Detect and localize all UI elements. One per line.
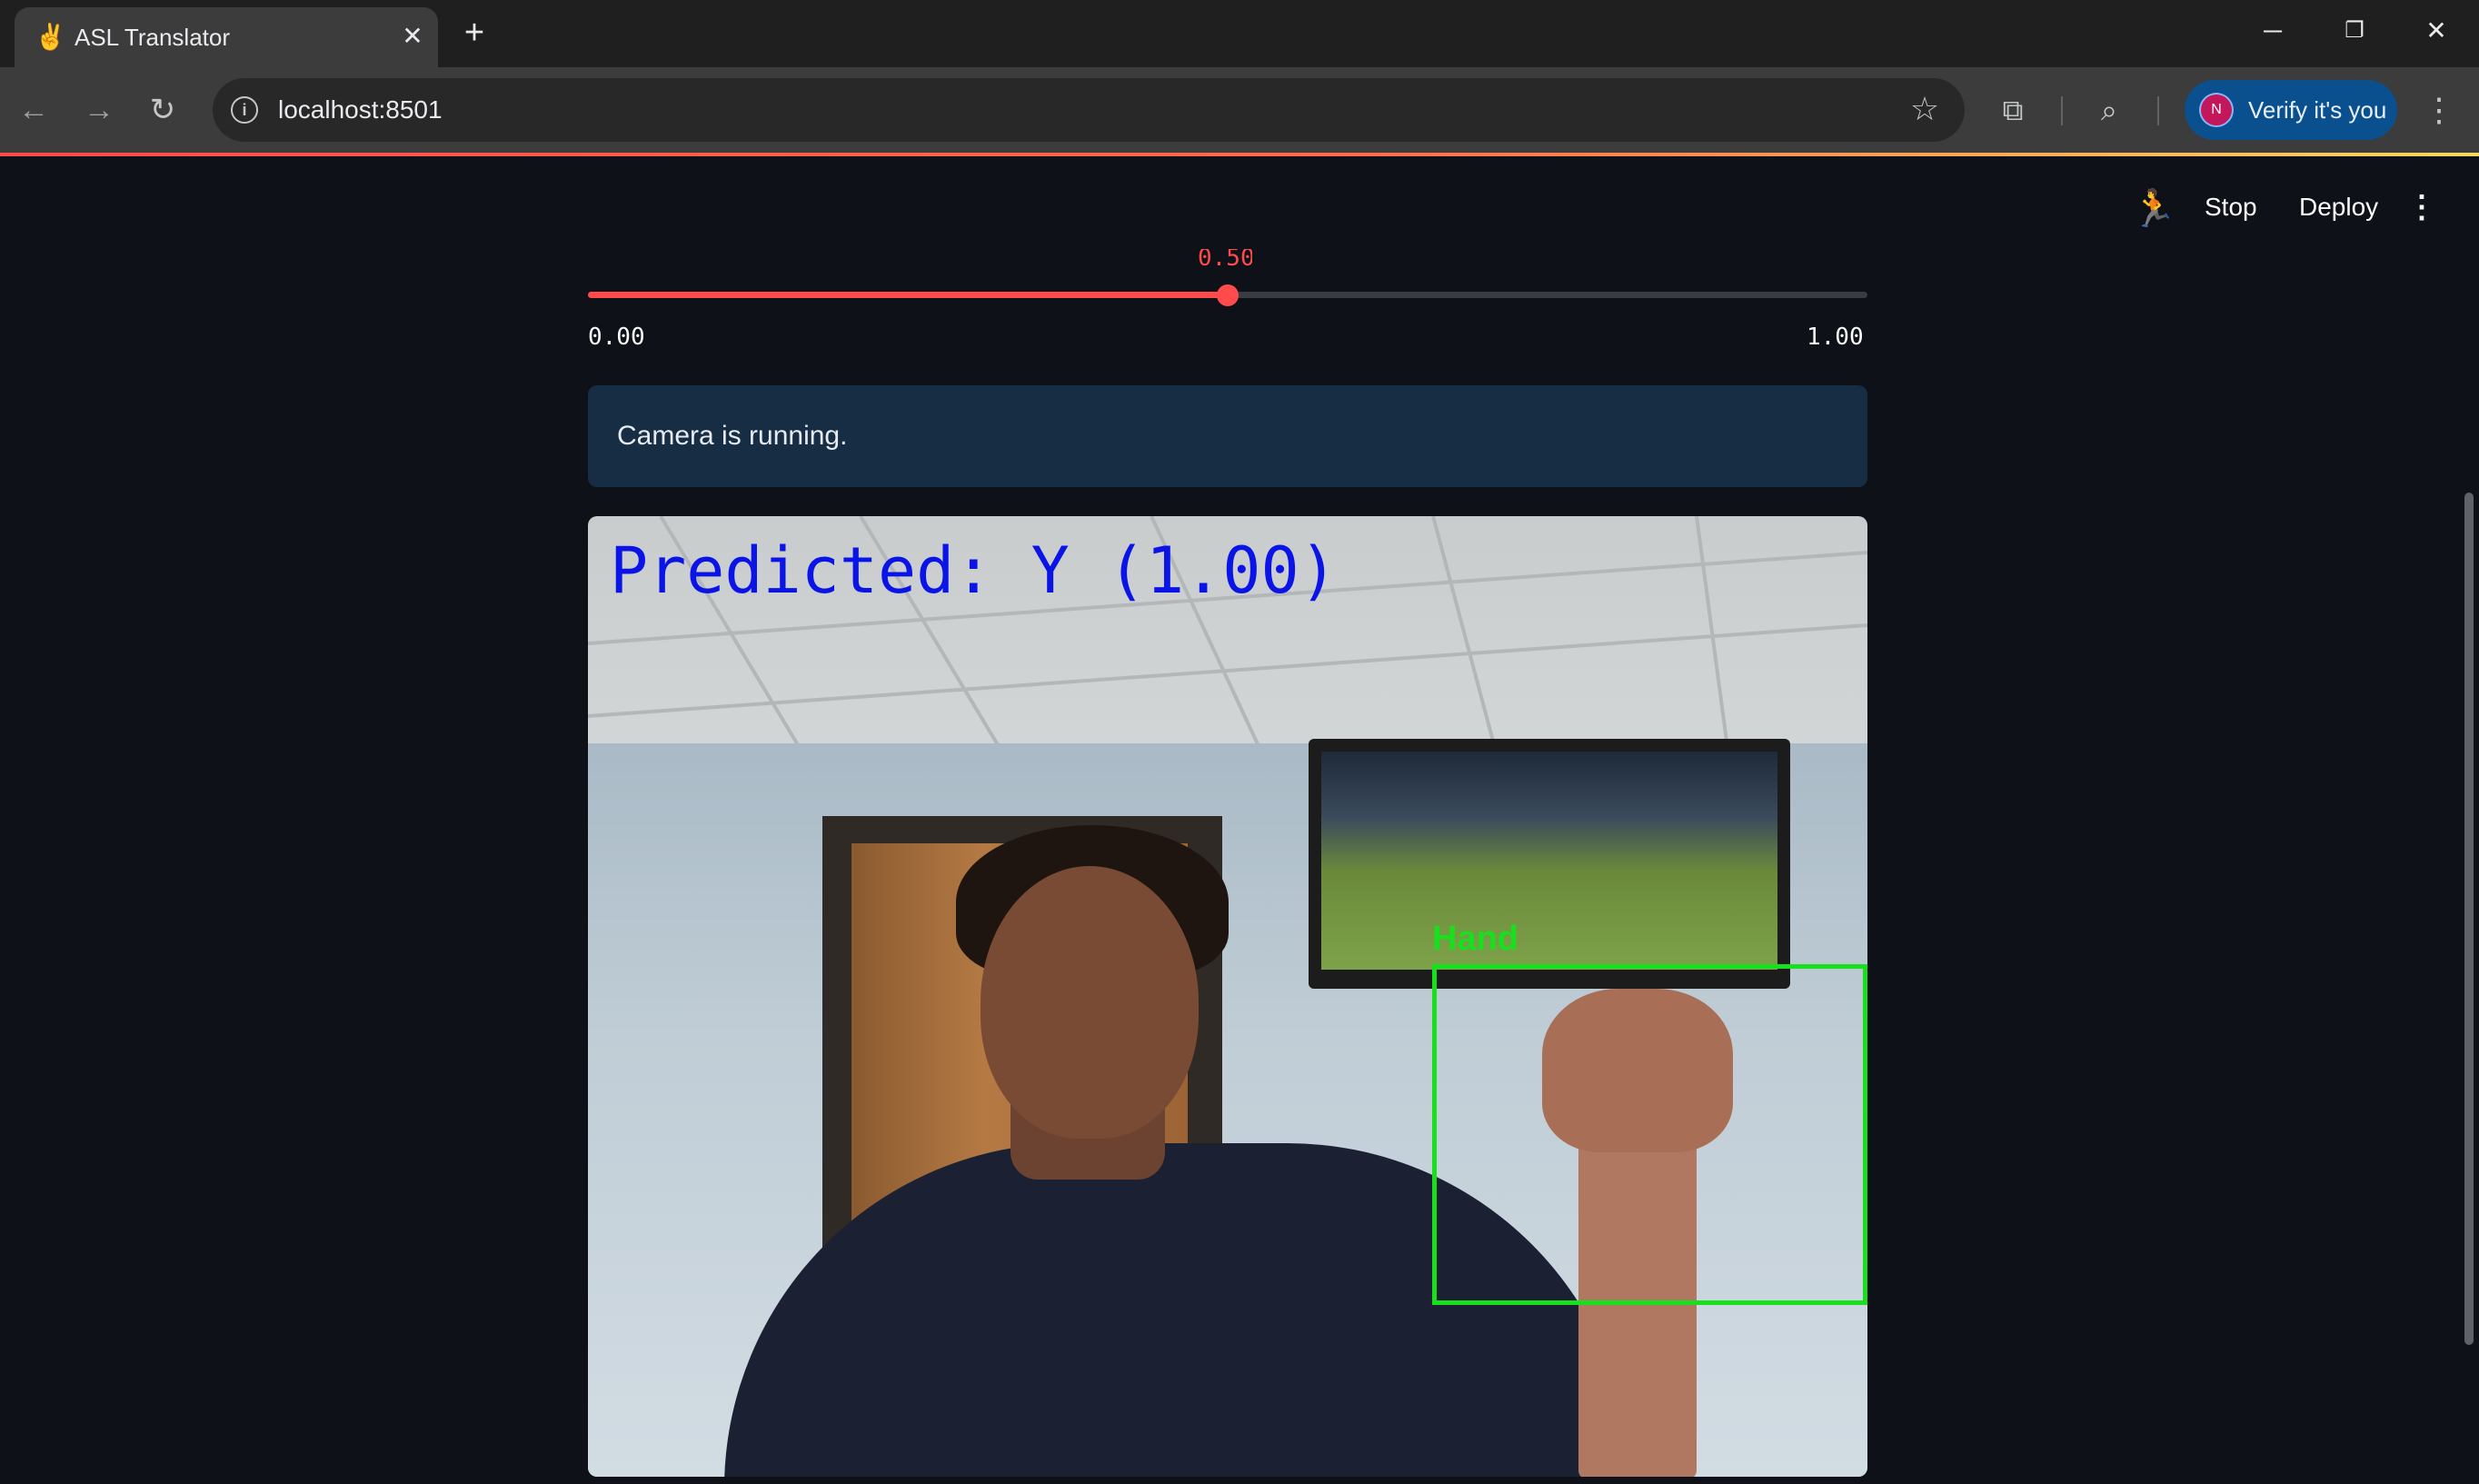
tab-title: ASL Translator bbox=[75, 24, 231, 51]
slider-value-label: 0.50 bbox=[1198, 249, 1252, 272]
verify-label: Verify it's you bbox=[2248, 96, 2387, 124]
tv-screen bbox=[1321, 752, 1777, 970]
url-text[interactable]: localhost:8501 bbox=[278, 95, 443, 125]
prediction-overlay: Predicted: Y (1.00) bbox=[610, 533, 1338, 608]
page-scrollbar[interactable] bbox=[2464, 493, 2474, 1345]
new-tab-icon[interactable]: + bbox=[454, 13, 494, 53]
hand-detection-box bbox=[1432, 964, 1867, 1305]
forward-icon[interactable]: → bbox=[76, 87, 122, 133]
address-bar[interactable]: i localhost:8501 ☆ bbox=[213, 78, 1965, 142]
slider-min-label: 0.00 bbox=[588, 324, 645, 351]
bookmark-star-icon[interactable]: ☆ bbox=[1905, 89, 1945, 129]
toolbar-divider bbox=[2061, 96, 2063, 125]
extensions-icon[interactable]: ⧉ bbox=[1990, 87, 2036, 133]
alert-text: Camera is running. bbox=[617, 421, 848, 451]
confidence-slider[interactable] bbox=[588, 284, 1867, 306]
slider-max-label: 1.00 bbox=[1807, 324, 1864, 351]
minimize-icon[interactable]: ─ bbox=[2241, 7, 2305, 55]
hand-detection-label: Hand bbox=[1432, 920, 1518, 958]
restore-icon[interactable]: ❐ bbox=[2323, 7, 2386, 55]
camera-feed: Predicted: Y (1.00) Hand bbox=[588, 516, 1867, 1477]
deploy-button[interactable]: Deploy bbox=[2299, 191, 2378, 224]
browser-menu-icon[interactable]: ⋮ bbox=[2421, 87, 2457, 133]
browser-tab[interactable]: ✌ ASL Translator ✕ bbox=[15, 7, 438, 67]
slider-fill bbox=[588, 292, 1228, 298]
tab-search-icon[interactable]: ⌕ bbox=[2086, 87, 2132, 133]
stop-button[interactable]: Stop bbox=[2205, 191, 2257, 224]
running-man-icon: 🏃 bbox=[2131, 189, 2176, 229]
slider-thumb[interactable] bbox=[1217, 284, 1239, 306]
info-alert: Camera is running. bbox=[588, 385, 1867, 487]
person-head bbox=[981, 866, 1199, 1139]
main-menu-icon[interactable]: ⋮ bbox=[2406, 187, 2437, 227]
back-icon[interactable]: ← bbox=[11, 87, 56, 133]
reload-icon[interactable]: ↻ bbox=[140, 87, 185, 133]
close-tab-icon[interactable]: ✕ bbox=[394, 18, 431, 55]
site-info-icon[interactable]: i bbox=[231, 96, 258, 124]
page-load-decoration bbox=[0, 153, 2479, 156]
tab-strip: ✌ ASL Translator ✕ + ─ ❐ ✕ bbox=[0, 0, 2479, 67]
toolbar-divider bbox=[2157, 96, 2159, 125]
browser-toolbar: ← → ↻ i localhost:8501 ☆ ⧉ ⌕ N Verify it… bbox=[0, 67, 2479, 153]
close-window-icon[interactable]: ✕ bbox=[2404, 7, 2468, 55]
verify-identity-button[interactable]: N Verify it's you bbox=[2185, 80, 2397, 140]
profile-avatar: N bbox=[2201, 95, 2232, 125]
waving-hand-icon: ✌ bbox=[35, 23, 66, 51]
wall-tv bbox=[1309, 739, 1790, 989]
